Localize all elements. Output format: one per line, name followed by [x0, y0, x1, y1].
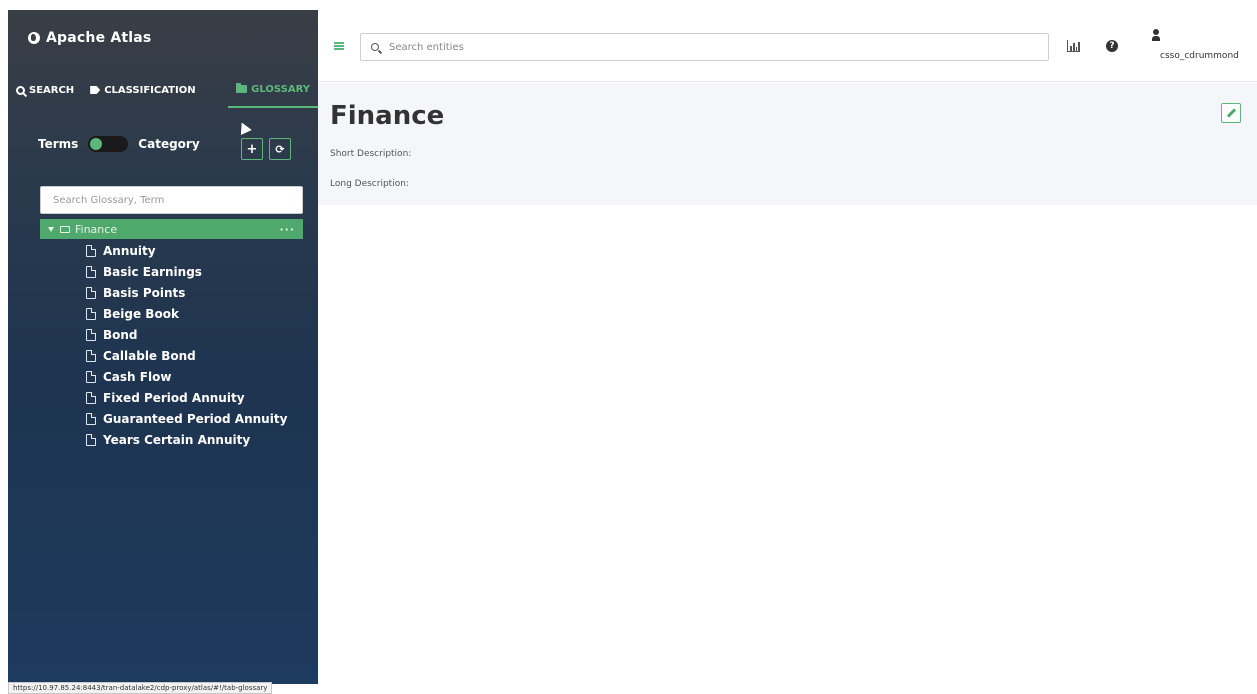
file-icon	[86, 370, 96, 383]
user-icon[interactable]	[1152, 29, 1160, 41]
tab-search[interactable]: SEARCH	[8, 72, 82, 108]
file-icon	[86, 265, 96, 278]
tree-term-item[interactable]: Cash Flow	[86, 366, 306, 387]
tree-term-label: Annuity	[103, 243, 156, 258]
tab-glossary-label: GLOSSARY	[251, 83, 310, 95]
status-bar-url: https://10.97.85.24:8443/tran-datalake2/…	[8, 682, 273, 694]
glossary-search-input[interactable]	[40, 186, 303, 214]
file-icon	[86, 328, 96, 341]
tag-icon	[90, 86, 101, 94]
app-title: Apache Atlas	[46, 30, 152, 46]
statistics-chart-icon[interactable]	[1067, 40, 1080, 52]
tree-term-item[interactable]: Basic Earnings	[86, 261, 306, 282]
tree-term-item[interactable]: Basis Points	[86, 282, 306, 303]
search-icon	[16, 85, 25, 95]
tab-classification-label: CLASSIFICATION	[104, 84, 196, 96]
tree-node-label: Finance	[75, 222, 118, 236]
glossary-detail-panel: Finance Short Description: Long Descript…	[318, 83, 1257, 205]
tree-term-item[interactable]: Fixed Period Annuity	[86, 387, 306, 408]
tree-term-label: Basic Earnings	[103, 264, 202, 279]
file-icon	[86, 412, 96, 425]
short-description-label: Short Description:	[330, 149, 412, 159]
tree-term-label: Cash Flow	[103, 369, 172, 384]
file-icon	[86, 244, 96, 257]
tab-classification[interactable]: CLASSIFICATION	[82, 72, 203, 108]
entity-search-input[interactable]	[389, 41, 1048, 53]
plus-icon: +	[246, 141, 258, 157]
file-icon	[86, 286, 96, 299]
tree-term-label: Bond	[103, 327, 138, 342]
refresh-icon: ⟳	[275, 142, 285, 156]
edit-icon	[1226, 108, 1236, 118]
sidebar: Apache Atlas SEARCH CLASSIFICATION GLOSS…	[8, 10, 318, 684]
tree-term-label: Beige Book	[103, 306, 179, 321]
file-icon	[86, 307, 96, 320]
toggle-knob	[90, 138, 103, 150]
entity-search-box[interactable]	[360, 33, 1049, 61]
terms-category-toggle-row: Terms Category	[38, 128, 308, 160]
toggle-category-label: Category	[138, 137, 200, 151]
tab-glossary[interactable]: GLOSSARY	[228, 72, 318, 108]
terms-category-toggle[interactable]	[88, 136, 129, 152]
long-description-label: Long Description:	[330, 179, 409, 189]
tree-term-item[interactable]: Beige Book	[86, 303, 306, 324]
refresh-button[interactable]: ⟳	[269, 138, 291, 160]
tree-term-item[interactable]: Callable Bond	[86, 345, 306, 366]
tree-term-label: Callable Bond	[103, 348, 196, 363]
edit-button[interactable]	[1221, 103, 1241, 123]
tree-term-item[interactable]: Annuity	[86, 240, 306, 261]
tree-node-finance[interactable]: Finance ···	[40, 219, 303, 239]
page-title: Finance	[330, 101, 445, 131]
help-icon[interactable]: ?	[1106, 40, 1118, 52]
folder-icon	[60, 225, 70, 233]
sidebar-tabs: SEARCH CLASSIFICATION GLOSSARY	[8, 72, 318, 108]
term-list: Annuity Basic Earnings Basis Points Beige B…	[86, 240, 306, 450]
add-glossary-button[interactable]: +	[241, 138, 263, 160]
tree-term-label: Fixed Period Annuity	[103, 390, 245, 405]
brand[interactable]: Apache Atlas	[28, 30, 151, 46]
tree-term-item[interactable]: Guaranteed Period Annuity	[86, 408, 306, 429]
search-icon	[371, 43, 379, 51]
toggle-terms-label: Terms	[38, 137, 79, 151]
tree-term-item[interactable]: Bond	[86, 324, 306, 345]
more-options-icon[interactable]: ···	[279, 223, 295, 236]
tree-term-label: Basis Points	[103, 285, 186, 300]
tree-term-item[interactable]: Years Certain Annuity	[86, 429, 306, 450]
folder-icon	[236, 83, 248, 93]
file-icon	[86, 433, 96, 446]
tab-search-label: SEARCH	[29, 84, 75, 96]
globe-icon	[28, 32, 40, 44]
tree-term-label: Years Certain Annuity	[103, 432, 251, 447]
file-icon	[86, 391, 96, 404]
caret-down-icon[interactable]	[48, 226, 54, 232]
top-header: ? csso_cdrummond	[318, 10, 1257, 82]
tree-term-label: Guaranteed Period Annuity	[103, 411, 288, 426]
menu-icon[interactable]	[334, 42, 344, 50]
file-icon	[86, 349, 96, 362]
user-name[interactable]: csso_cdrummond	[1160, 51, 1239, 61]
